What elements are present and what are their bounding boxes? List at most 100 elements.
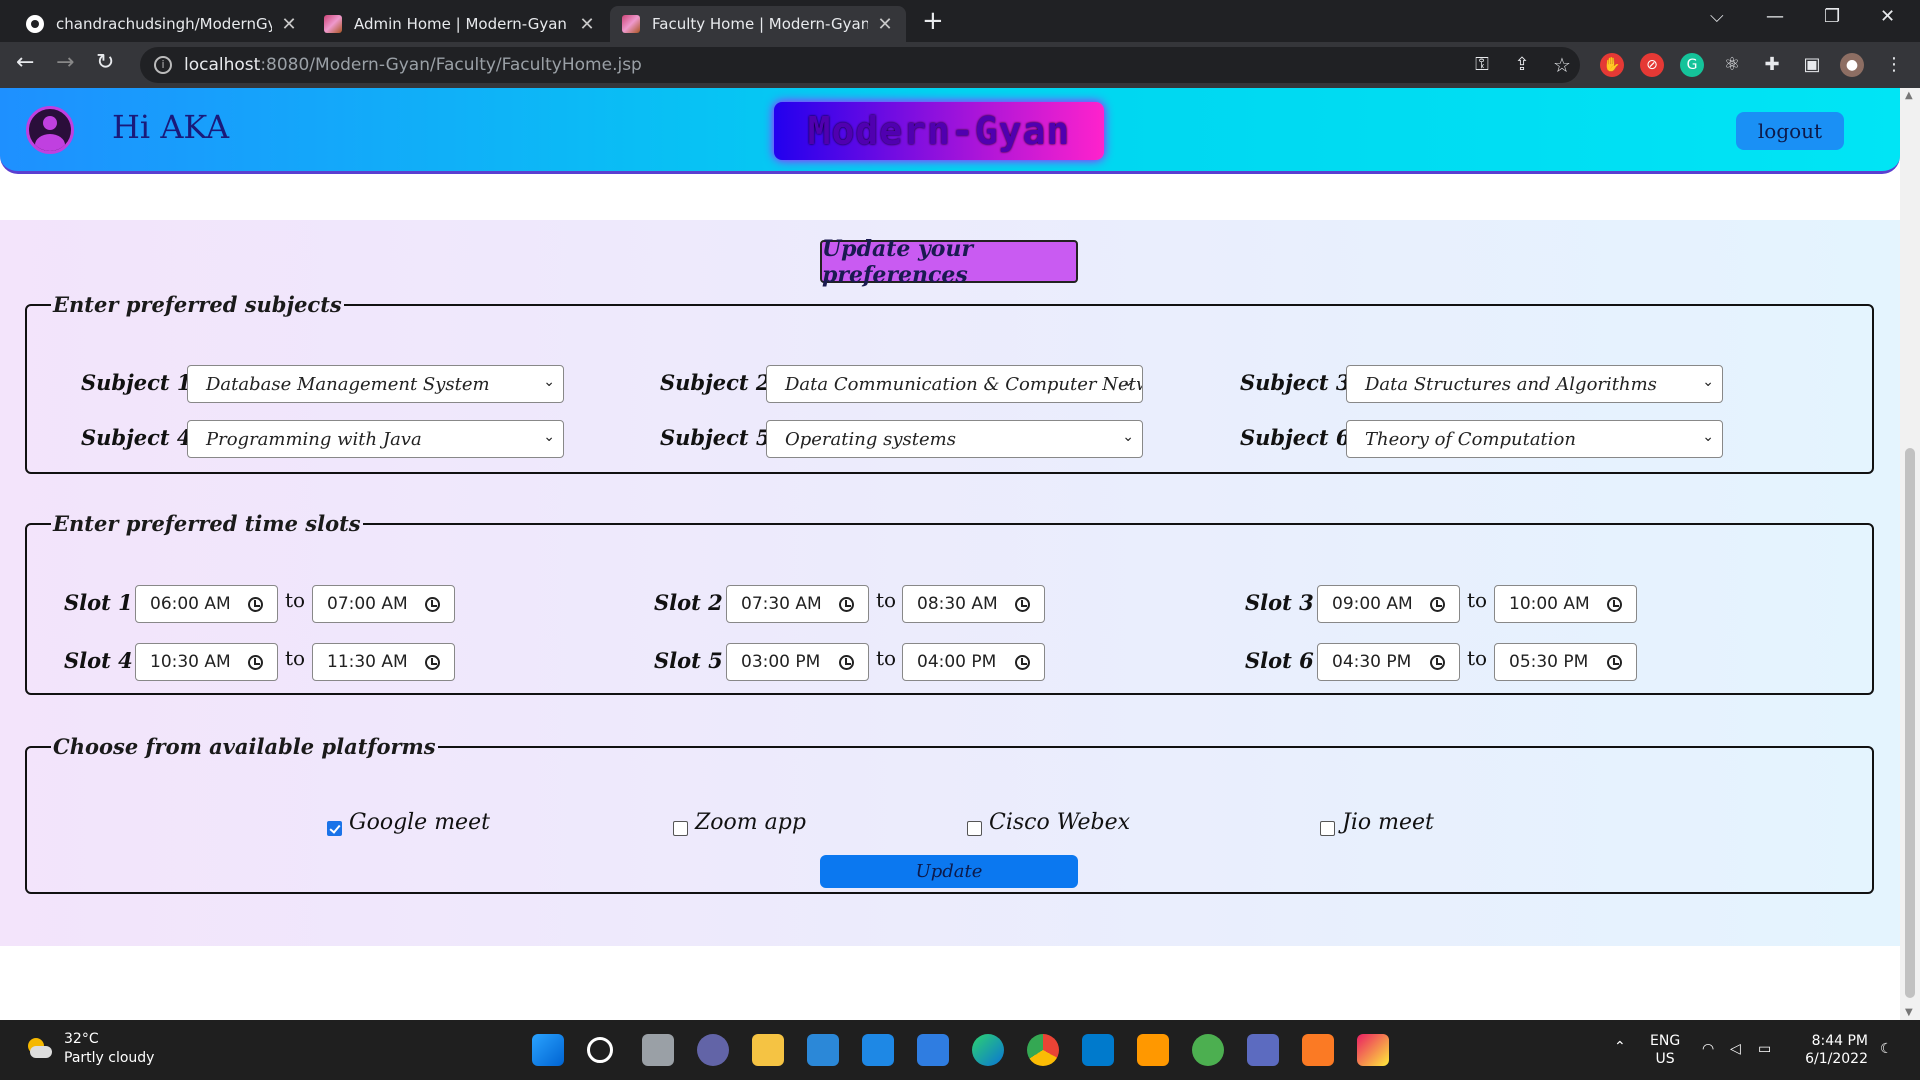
file-explorer-icon[interactable] <box>752 1034 784 1066</box>
subject-5-select[interactable]: Operating systems ⌄ <box>766 420 1143 458</box>
slot-5-to-input[interactable]: 04:00 PM <box>902 643 1045 681</box>
subject-4-select[interactable]: Programming with Java ⌄ <box>187 420 564 458</box>
minimize-button[interactable]: — <box>1766 6 1784 27</box>
grammarly-icon[interactable]: G <box>1680 53 1704 77</box>
slot-5-to-value: 04:00 PM <box>917 652 997 672</box>
tab-search-icon[interactable]: ⌵ <box>1710 6 1724 27</box>
slot-6-to-input[interactable]: 05:30 PM <box>1494 643 1637 681</box>
url-host: localhost <box>184 55 261 75</box>
slot-5-from-input[interactable]: 03:00 PM <box>726 643 869 681</box>
wifi-icon[interactable]: ◠ <box>1702 1040 1714 1058</box>
clock-icon[interactable] <box>1015 597 1030 612</box>
slot-3-from-input[interactable]: 09:00 AM <box>1317 585 1460 623</box>
subject-3-select[interactable]: Data Structures and Algorithms ⌄ <box>1346 365 1723 403</box>
info-icon[interactable]: i <box>154 56 172 74</box>
back-icon[interactable]: ← <box>16 50 34 75</box>
weather-description: Partly cloudy <box>64 1050 155 1066</box>
bookmark-star-icon[interactable]: ☆ <box>1550 53 1574 77</box>
scrollbar-thumb[interactable] <box>1905 448 1915 998</box>
clock-icon[interactable] <box>425 655 440 670</box>
jio-meet-checkbox[interactable] <box>1320 821 1335 836</box>
slot-6-from-input[interactable]: 04:30 PM <box>1317 643 1460 681</box>
vscode-icon[interactable] <box>1082 1034 1114 1066</box>
volume-icon[interactable]: ◁ <box>1730 1040 1741 1058</box>
tab-admin-home[interactable]: Admin Home | Modern-Gyan ✕ <box>312 6 608 42</box>
sublime-text-icon[interactable] <box>1137 1034 1169 1066</box>
logout-button[interactable]: logout <box>1736 112 1844 150</box>
side-panel-icon[interactable]: ▣ <box>1800 53 1824 77</box>
subject-1-select[interactable]: Database Management System ⌄ <box>187 365 564 403</box>
extension-block-icon[interactable]: ⊘ <box>1640 53 1664 77</box>
google-meet-checkbox[interactable] <box>327 821 342 836</box>
forward-icon[interactable]: → <box>56 50 74 75</box>
notifications-icon[interactable]: ☾ <box>1880 1040 1893 1058</box>
reload-icon[interactable]: ↻ <box>96 50 114 75</box>
clock-icon[interactable] <box>1430 597 1445 612</box>
menu-kebab-icon[interactable]: ⋮ <box>1882 53 1906 77</box>
extension-hand-icon[interactable]: ✋ <box>1600 53 1624 77</box>
subject-6-select[interactable]: Theory of Computation ⌄ <box>1346 420 1723 458</box>
slot-1-to-input[interactable]: 07:00 AM <box>312 585 455 623</box>
extensions-puzzle-icon[interactable]: ✚ <box>1760 53 1784 77</box>
cisco-webex-checkbox[interactable] <box>967 821 982 836</box>
close-icon[interactable]: ✕ <box>280 14 298 35</box>
close-icon[interactable]: ✕ <box>876 14 894 35</box>
microsoft-store-icon[interactable] <box>807 1034 839 1066</box>
close-window-button[interactable]: ✕ <box>1880 6 1895 27</box>
clock-icon[interactable] <box>839 597 854 612</box>
new-tab-button[interactable]: + <box>922 6 944 36</box>
share-icon[interactable]: ⇪ <box>1510 53 1534 77</box>
task-view-icon[interactable] <box>642 1034 674 1066</box>
edge-icon[interactable] <box>972 1034 1004 1066</box>
calculator-icon[interactable] <box>1247 1034 1279 1066</box>
color-picker-icon[interactable] <box>1357 1034 1389 1066</box>
clock-icon[interactable] <box>1430 655 1445 670</box>
scroll-down-icon[interactable]: ▼ <box>1905 1007 1913 1018</box>
scroll-up-icon[interactable]: ▲ <box>1905 90 1913 101</box>
battery-icon[interactable]: ▭ <box>1758 1040 1771 1058</box>
slot-4-from-input[interactable]: 10:30 AM <box>135 643 278 681</box>
slot-2-to-input[interactable]: 08:30 AM <box>902 585 1045 623</box>
slot-1-from-value: 06:00 AM <box>150 594 231 614</box>
clock[interactable]: 8:44 PM 6/1/2022 <box>1804 1032 1868 1068</box>
mail-icon[interactable] <box>862 1034 894 1066</box>
slot-2-from-input[interactable]: 07:30 AM <box>726 585 869 623</box>
subject-2-select[interactable]: Data Communication & Computer Netw ⌄ <box>766 365 1143 403</box>
url-input[interactable]: i localhost:8080/Modern-Gyan/Faculty/Fac… <box>140 47 1580 83</box>
close-icon[interactable]: ✕ <box>578 14 596 35</box>
slot-1-from-input[interactable]: 06:00 AM <box>135 585 278 623</box>
chevron-up-icon[interactable]: ⌃ <box>1614 1038 1626 1056</box>
chrome-icon[interactable] <box>1027 1034 1059 1066</box>
search-icon[interactable] <box>587 1037 613 1063</box>
clock-icon[interactable] <box>248 655 263 670</box>
slot-3-to-input[interactable]: 10:00 AM <box>1494 585 1637 623</box>
todo-icon[interactable] <box>917 1034 949 1066</box>
windows-start-icon[interactable] <box>532 1034 564 1066</box>
app-atom-icon[interactable] <box>1192 1034 1224 1066</box>
clock-icon[interactable] <box>1015 655 1030 670</box>
clock-icon[interactable] <box>425 597 440 612</box>
react-devtools-icon[interactable]: ⚛ <box>1720 53 1744 77</box>
slot-2-to-value: 08:30 AM <box>917 594 998 614</box>
user-avatar-icon[interactable] <box>26 106 74 154</box>
key-icon[interactable]: ⚿ <box>1470 53 1494 77</box>
update-button[interactable]: Update <box>820 855 1078 888</box>
slot-4-to-input[interactable]: 11:30 AM <box>312 643 455 681</box>
chevron-down-icon: ⌄ <box>1122 374 1134 390</box>
tab-faculty-home[interactable]: Faculty Home | Modern-Gyan ✕ <box>610 6 906 42</box>
xampp-icon[interactable] <box>1302 1034 1334 1066</box>
teams-chat-icon[interactable] <box>697 1034 729 1066</box>
profile-avatar[interactable]: ● <box>1840 53 1864 77</box>
clock-icon[interactable] <box>1607 655 1622 670</box>
clock-icon[interactable] <box>248 597 263 612</box>
zoom-app-checkbox[interactable] <box>673 821 688 836</box>
page-scrollbar[interactable]: ▲ ▼ <box>1900 88 1920 1020</box>
partly-cloudy-icon <box>26 1038 52 1060</box>
clock-icon[interactable] <box>839 655 854 670</box>
language-indicator[interactable]: ENG US <box>1650 1032 1680 1068</box>
weather-widget[interactable]: 32°C Partly cloudy <box>26 1030 154 1068</box>
tab-github[interactable]: chandrachudsingh/ModernGyan ✕ <box>14 6 310 42</box>
site-logo[interactable]: Modern-Gyan <box>774 102 1104 160</box>
restore-button[interactable]: ❐ <box>1824 6 1840 27</box>
clock-icon[interactable] <box>1607 597 1622 612</box>
